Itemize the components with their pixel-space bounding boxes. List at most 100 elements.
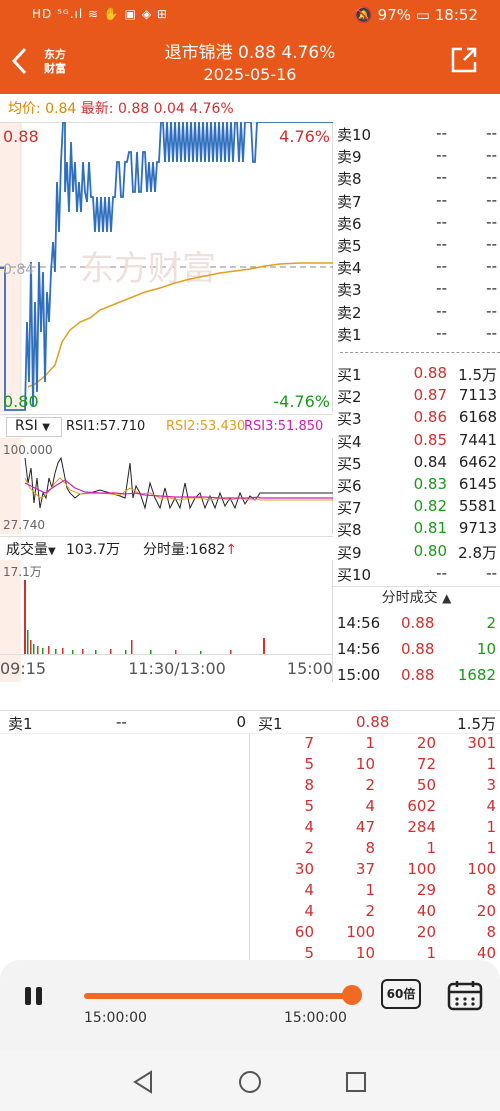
sell-volume: -- xyxy=(486,234,497,253)
detail-row: 4 47 284 1 xyxy=(250,818,500,839)
sell-price: -- xyxy=(436,257,447,276)
buy-row: 买4 0.85 7441 xyxy=(333,429,500,451)
intraday-chart[interactable]: 东方财富 0.88 0.84 0.80 4.76% -4.76% xyxy=(0,122,333,412)
detail-cell-1: 2 xyxy=(304,839,314,857)
tick-price: 0.88 xyxy=(401,640,435,658)
buy-price: 0.81 xyxy=(413,519,447,538)
buy-row: 买5 0.84 6462 xyxy=(333,451,500,473)
rsi-select[interactable]: RSI ▼ xyxy=(6,417,62,437)
detail-row: 30 37 100 100 xyxy=(250,860,500,881)
volume-select[interactable]: 成交量▼ xyxy=(6,539,56,559)
replay-player: 15:00:00 15:00:00 60倍 xyxy=(0,960,500,1050)
battery-icon: ▭ xyxy=(415,6,430,24)
time-axis-mid: 11:30/13:00 xyxy=(128,659,226,678)
time-axis-end: 15:00 xyxy=(287,659,333,678)
detail-cell-2: 100 xyxy=(346,923,375,941)
page-date: 2025-05-16 xyxy=(203,65,297,84)
axis-bottom-price: 0.80 xyxy=(3,392,39,411)
detail-cell-4: 1 xyxy=(486,755,496,773)
detail-cell-2: 1 xyxy=(365,734,375,752)
detail-cell-3: 1 xyxy=(426,839,436,857)
avg-price-line xyxy=(27,262,333,388)
rsi-indicator-bar: RSI ▼ RSI1:57.710 RSI2:53.430 RSI3:51.85… xyxy=(0,414,333,438)
progress-track[interactable] xyxy=(84,993,352,999)
chevron-down-icon: ▼ xyxy=(48,546,56,557)
sell-row: 卖2 -- -- xyxy=(333,300,500,322)
buy-row: 买3 0.86 6168 xyxy=(333,406,500,428)
detail-cell-1: 5 xyxy=(304,797,314,815)
detail-cell-3: 602 xyxy=(407,797,436,815)
mute-icon: 🔕 xyxy=(354,6,373,24)
detail-row: 4 1 29 8 xyxy=(250,881,500,902)
buy-volume: -- xyxy=(486,563,497,582)
change-value: 0.04 xyxy=(153,101,185,117)
detail-cell-3: 100 xyxy=(407,860,436,878)
avg-value: 0.84 xyxy=(45,101,77,117)
sell-volume: -- xyxy=(486,301,497,320)
price-summary: 均价: 0.84 最新: 0.88 0.04 4.76% xyxy=(8,98,234,118)
sell-label: 卖3 xyxy=(337,281,362,300)
detail-cell-4: 100 xyxy=(467,860,496,878)
volume-chart: 17.1万 09:15 11:30/13:00 15:00 xyxy=(0,560,333,682)
sell-row: 卖10 -- -- xyxy=(333,122,500,144)
buy-price: 0.88 xyxy=(413,364,447,382)
detail-cell-4: 20 xyxy=(476,902,496,920)
buy-volume: 9713 xyxy=(458,519,497,538)
nav-recents-icon[interactable] xyxy=(345,1071,367,1093)
share-icon[interactable] xyxy=(450,46,478,74)
end-time: 15:00:00 xyxy=(284,1010,347,1026)
chevron-down-icon: ▼ xyxy=(42,422,50,433)
volume-indicator-bar: 成交量▼ 103.7万 分时量:1682↑ xyxy=(0,536,333,560)
detail-cell-2: 37 xyxy=(355,860,375,878)
buy-label: 买3 xyxy=(337,410,362,429)
speed-button[interactable]: 60倍 xyxy=(381,979,421,1009)
sell-label: 卖1 xyxy=(337,325,362,344)
rsi-chart[interactable]: 100.000 27.740 xyxy=(0,438,333,534)
buy-volume: 7441 xyxy=(458,430,497,449)
buy-price: 0.85 xyxy=(413,430,447,449)
sell-volume: -- xyxy=(486,257,497,276)
calendar-icon[interactable] xyxy=(447,979,483,1015)
tick-time: 14:56 xyxy=(337,640,381,658)
volume-axis-max: 17.1万 xyxy=(3,565,42,579)
page-title: 退市锦港 0.88 4.76% xyxy=(164,43,336,63)
sell-label: 卖6 xyxy=(337,214,362,233)
tick-volume: 2 xyxy=(486,614,496,632)
buy-label: 买10 xyxy=(337,565,372,584)
sell-price: -- xyxy=(436,323,447,342)
detail-cell-3: 29 xyxy=(416,881,436,899)
detail-cell-1: 30 xyxy=(294,860,314,878)
sell-label: 卖5 xyxy=(337,236,362,255)
nav-home-icon[interactable] xyxy=(238,1070,262,1094)
detail-sell-label: 卖1 xyxy=(8,715,33,733)
buy-label: 买7 xyxy=(337,499,362,518)
buy-price: 0.82 xyxy=(413,497,447,516)
buy-price: 0.87 xyxy=(413,386,447,405)
sell-price: -- xyxy=(436,190,447,209)
detail-cell-3: 20 xyxy=(416,734,436,752)
buy-label: 买1 xyxy=(337,366,362,384)
tick-price: 0.88 xyxy=(401,614,435,632)
ticks-header[interactable]: 分时成交 ▲ xyxy=(333,586,500,610)
order-book: 卖10 -- -- 卖9 -- -- 卖8 -- -- 卖7 -- -- 卖6 -- -… xyxy=(333,122,500,344)
sell-row: 卖7 -- -- xyxy=(333,189,500,211)
buy-label: 买5 xyxy=(337,454,362,473)
buy-volume: 6462 xyxy=(458,452,497,471)
sell-row: 卖3 -- -- xyxy=(333,277,500,299)
detail-header: 卖1 -- 0 买1 0.88 1.5万 xyxy=(0,710,500,734)
sell-row: 卖5 -- -- xyxy=(333,233,500,255)
app-header: 东方财富 退市锦港 0.88 4.76% 2025-05-16 xyxy=(0,32,500,94)
time-axis-start: 09:15 xyxy=(0,659,46,678)
status-bar: HD ⁵ᴳ.ıl ≋ ✋ ▣ ◈ ⊞ 🔕 97% ▭ 18:52 xyxy=(0,0,500,32)
rsi2-value: RSI2:53.430 xyxy=(166,419,246,434)
sell-row: 卖4 -- -- xyxy=(333,255,500,277)
sell-price: -- xyxy=(436,146,447,165)
tick-row: 15:00 0.88 1682 xyxy=(333,662,500,688)
last-value: 0.88 xyxy=(117,101,150,117)
nav-back-icon[interactable] xyxy=(132,1070,154,1094)
progress-handle[interactable] xyxy=(342,985,362,1005)
battery-percent: 97% xyxy=(377,6,412,24)
detail-cell-4: 1 xyxy=(486,818,496,836)
pause-icon[interactable] xyxy=(24,986,46,1010)
tick-time: 15:00 xyxy=(337,666,381,684)
